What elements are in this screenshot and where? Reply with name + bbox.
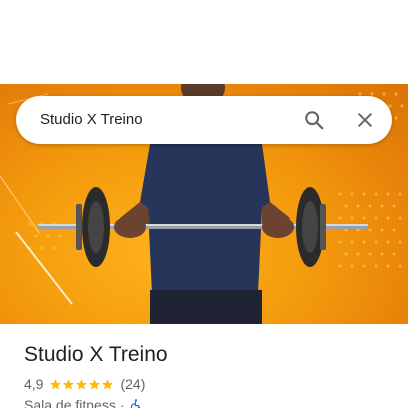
category-row: Sala de fitness · — [24, 396, 143, 408]
screen: Studio X Treino Studio X Treino 4,9 (24) — [0, 0, 408, 408]
person-shirt — [140, 124, 270, 294]
person-left-hand — [114, 216, 146, 238]
search-query-text[interactable]: Studio X Treino — [40, 110, 143, 130]
review-count[interactable]: (24) — [120, 376, 145, 392]
person-right-hand — [262, 216, 294, 238]
search-bar[interactable]: Studio X Treino — [16, 96, 392, 144]
place-name: Studio X Treino — [24, 343, 168, 366]
right-collar — [320, 204, 326, 250]
place-category: Sala de fitness — [24, 397, 116, 408]
rating-score: 4,9 — [24, 376, 44, 392]
search-icon — [305, 111, 324, 130]
star-icon — [76, 378, 88, 389]
left-collar — [76, 204, 82, 250]
light-streak — [15, 231, 73, 305]
star-icon — [50, 378, 62, 389]
star-icon — [89, 378, 101, 389]
person-shorts — [150, 290, 262, 324]
rating-stars — [49, 378, 114, 391]
light-streak — [0, 175, 41, 235]
star-icon — [102, 378, 114, 389]
clear-search-button[interactable] — [349, 104, 381, 136]
separator-dot: · — [119, 397, 125, 408]
wheelchair-icon — [130, 399, 140, 408]
star-icon — [63, 378, 75, 389]
rating-row[interactable]: 4,9 (24) — [24, 375, 145, 393]
right-weight-plate-inner — [302, 201, 318, 253]
left-weight-plate-inner — [88, 201, 104, 253]
search-button[interactable] — [298, 104, 330, 136]
close-icon — [358, 113, 372, 127]
